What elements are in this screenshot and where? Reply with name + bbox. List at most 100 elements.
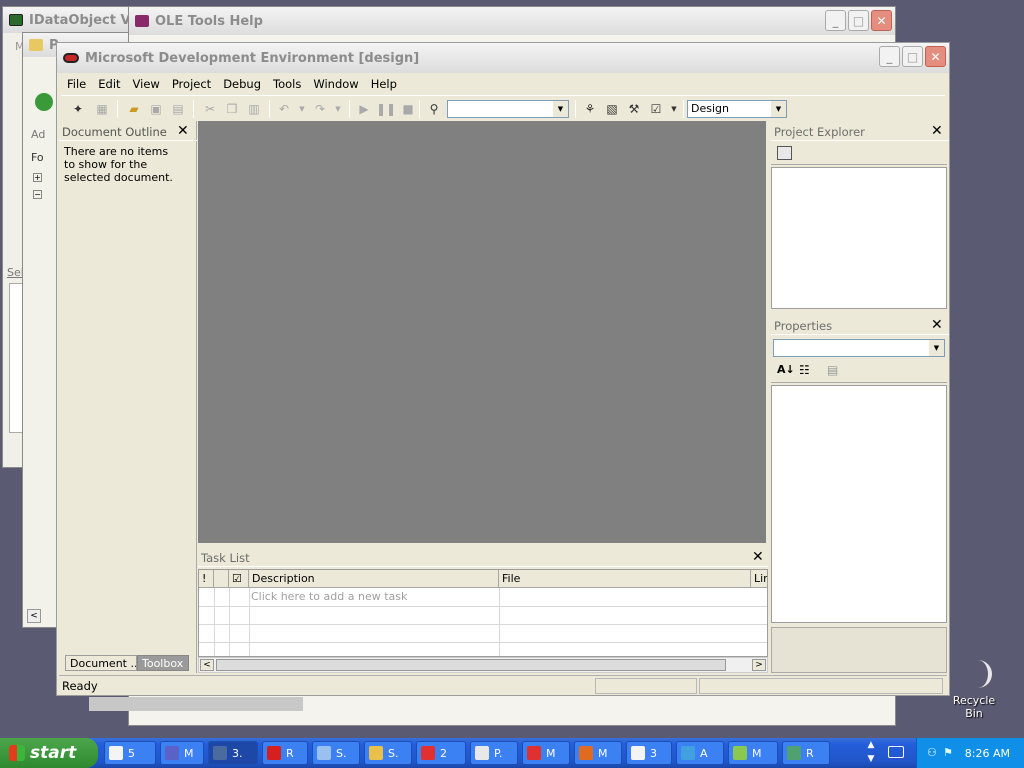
col-line[interactable]: Lin	[751, 570, 767, 588]
menu-project[interactable]: Project	[166, 77, 217, 91]
task-list-icon[interactable]: ☑	[647, 100, 665, 118]
property-pages-icon[interactable]: ▤	[827, 363, 838, 377]
paste-icon[interactable]: ▥	[245, 100, 263, 118]
devenv-titlebar[interactable]: Microsoft Development Environment [desig…	[57, 43, 949, 73]
scroll-thumb[interactable]	[216, 659, 726, 671]
properties-description	[771, 627, 947, 673]
taskbar-button[interactable]: 3.	[208, 741, 258, 765]
taskbar-button[interactable]: 5	[104, 741, 156, 765]
taskbar-button-label: M	[546, 746, 556, 760]
security-icon[interactable]: ⚑	[943, 746, 953, 759]
ole-minimize-button[interactable]: _	[825, 10, 846, 31]
save-all-icon[interactable]: ▤	[169, 100, 187, 118]
bottle-icon	[317, 746, 331, 760]
col-file[interactable]: File	[499, 570, 751, 588]
document-area[interactable]	[198, 121, 766, 543]
chevron-down-icon[interactable]: ▼	[553, 101, 568, 117]
chevron-down-icon[interactable]: ▼	[771, 101, 786, 117]
toolbox-icon[interactable]: ⚒	[625, 100, 643, 118]
save-icon[interactable]: ▣	[147, 100, 165, 118]
expand-icon[interactable]: +	[33, 173, 42, 182]
taskbar-button[interactable]: M	[522, 741, 570, 765]
start-icon[interactable]: ▶	[355, 100, 373, 118]
taskbar-button[interactable]: 3	[626, 741, 672, 765]
clock[interactable]: 8:26 AM	[965, 747, 1010, 760]
taskbar-scroll-up-icon[interactable]: ▲	[864, 740, 878, 752]
stop-icon[interactable]: ■	[399, 100, 417, 118]
start-button[interactable]: start	[0, 738, 98, 768]
menu-tools[interactable]: Tools	[267, 77, 307, 91]
menu-window[interactable]: Window	[307, 77, 364, 91]
maximize-button[interactable]: □	[902, 46, 923, 67]
redo-dropdown-icon[interactable]: ▼	[329, 100, 347, 118]
col-checked[interactable]: ☑	[229, 570, 249, 588]
taskbar-button[interactable]: P.	[470, 741, 518, 765]
properties-grid[interactable]	[771, 385, 947, 623]
taskbar-button[interactable]: R	[262, 741, 308, 765]
project-explorer-close-icon[interactable]: ✕	[931, 124, 943, 138]
menu-file[interactable]: File	[61, 77, 92, 91]
project-explorer-tree[interactable]	[771, 167, 947, 309]
taskbar-button[interactable]: M	[574, 741, 622, 765]
tab-toolbox[interactable]: Toolbox	[137, 655, 189, 671]
col-category[interactable]	[214, 570, 229, 588]
task-list-hscrollbar[interactable]: < >	[198, 657, 768, 673]
redo-icon[interactable]: ↷	[311, 100, 329, 118]
chevron-down-icon[interactable]: ▼	[929, 340, 944, 356]
view-object-icon[interactable]	[777, 146, 792, 160]
cut-icon[interactable]: ✂	[201, 100, 219, 118]
new-project-icon[interactable]: ✦	[69, 100, 87, 118]
taskbar-scroll-down-icon[interactable]: ▼	[864, 754, 878, 766]
find-binoculars-icon[interactable]: ⚲	[425, 100, 443, 118]
add-task-placeholder[interactable]: Click here to add a new task	[251, 590, 407, 603]
open-folder-icon[interactable]: ▰	[125, 100, 143, 118]
alphabetic-sort-icon[interactable]: A↓	[777, 363, 795, 376]
close-button[interactable]: ✕	[925, 46, 946, 67]
taskbar-button[interactable]: S.	[312, 741, 360, 765]
ole-maximize-button[interactable]: □	[848, 10, 869, 31]
document-outline-close-icon[interactable]: ✕	[177, 124, 189, 138]
taskbar-button[interactable]: A	[676, 741, 724, 765]
task-list-title: Task List	[198, 549, 768, 567]
categorized-icon[interactable]: ☷	[799, 363, 810, 377]
find-combo[interactable]: ▼	[447, 100, 569, 118]
menu-edit[interactable]: Edit	[92, 77, 126, 91]
tab-document-outline[interactable]: Document ...	[65, 655, 137, 671]
undo-icon[interactable]: ↶	[275, 100, 293, 118]
taskbar-button[interactable]: 2	[416, 741, 466, 765]
mode-combo[interactable]: Design ▼	[687, 100, 787, 118]
properties-close-icon[interactable]: ✕	[931, 318, 943, 332]
keyboard-icon[interactable]	[888, 746, 904, 758]
taskbar-button[interactable]: M	[728, 741, 778, 765]
bg-fragment-ad: Ad	[31, 128, 46, 141]
minimize-button[interactable]: _	[879, 46, 900, 67]
options-dropdown-icon[interactable]: ▼	[665, 100, 683, 118]
properties-window-icon[interactable]: ▧	[603, 100, 621, 118]
copy-icon[interactable]: ❐	[223, 100, 241, 118]
menu-view[interactable]: View	[127, 77, 166, 91]
solution-explorer-icon[interactable]: ⚘	[581, 100, 599, 118]
taskbar-button[interactable]: S.	[364, 741, 412, 765]
properties-object-combo[interactable]: ▼	[773, 339, 945, 357]
menu-debug[interactable]: Debug	[217, 77, 267, 91]
col-description[interactable]: Description	[249, 570, 499, 588]
pause-icon[interactable]: ❚❚	[376, 100, 396, 118]
recycle-bin[interactable]: Recycle Bin	[944, 658, 1014, 720]
taskbar-button[interactable]: R	[782, 741, 830, 765]
taskbar-button-label: M	[598, 746, 608, 760]
scroll-right-icon[interactable]: >	[752, 659, 766, 671]
menu-help[interactable]: Help	[365, 77, 403, 91]
collapse-icon[interactable]: −	[33, 190, 42, 199]
task-list-close-icon[interactable]: ✕	[752, 550, 764, 564]
undo-dropdown-icon[interactable]: ▼	[293, 100, 311, 118]
add-item-icon[interactable]: ▦	[93, 100, 111, 118]
ole-scroll-thumb[interactable]	[89, 697, 303, 711]
taskbar-button[interactable]: M	[160, 741, 204, 765]
network-icon[interactable]: ⚇	[927, 746, 937, 759]
col-priority[interactable]: !	[199, 570, 214, 588]
scroll-left-icon[interactable]: <	[200, 659, 214, 671]
bg-scroll-left-button[interactable]: <	[27, 609, 41, 623]
ole-close-button[interactable]: ✕	[871, 10, 892, 31]
devenv-window[interactable]: Microsoft Development Environment [desig…	[56, 42, 950, 696]
ole-tools-titlebar[interactable]: OLE Tools Help _ □ ✕	[129, 7, 895, 35]
